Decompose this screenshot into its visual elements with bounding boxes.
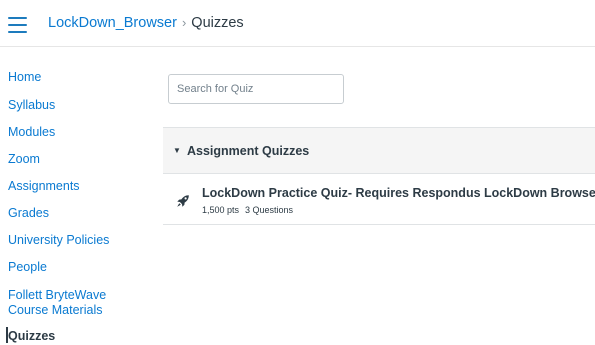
caret-down-icon: ▼ [173, 146, 181, 155]
search-quiz-input[interactable] [168, 74, 344, 104]
breadcrumb-current: Quizzes [191, 15, 244, 31]
quiz-title-link[interactable]: LockDown Practice Quiz- Requires Respond… [202, 186, 595, 200]
sidebar-item-label: Follett BryteWave [8, 288, 107, 302]
breadcrumb: LockDown_Browser › Quizzes [48, 15, 244, 31]
top-header: LockDown_Browser › Quizzes [0, 0, 595, 47]
sidebar-item-assignments[interactable]: Assignments [8, 179, 80, 194]
sidebar-item-quizzes[interactable]: Quizzes [8, 329, 55, 344]
hamburger-menu-icon[interactable] [8, 17, 27, 33]
sidebar-item-modules[interactable]: Modules [8, 125, 55, 140]
sidebar-item-home[interactable]: Home [8, 70, 41, 85]
rocket-quiz-icon [177, 195, 189, 207]
quiz-meta: 1,500 pts 3 Questions [202, 205, 293, 215]
sidebar-item-zoom[interactable]: Zoom [8, 152, 40, 167]
sidebar-item-syllabus[interactable]: Syllabus [8, 98, 55, 113]
breadcrumb-course-link[interactable]: LockDown_Browser [48, 15, 177, 31]
breadcrumb-separator: › [181, 15, 187, 30]
sidebar-item-people[interactable]: People [8, 260, 47, 275]
quiz-list-item: LockDown Practice Quiz- Requires Respond… [163, 174, 595, 225]
group-title: Assignment Quizzes [187, 144, 310, 158]
sidebar-item-follett-brytewave[interactable]: Follett BryteWave Course Materials [8, 288, 106, 318]
sidebar-item-label-line2: Course Materials [8, 303, 103, 317]
sidebar-item-grades[interactable]: Grades [8, 206, 49, 221]
quiz-points: 1,500 pts [202, 205, 240, 215]
sidebar-item-university-policies[interactable]: University Policies [8, 233, 109, 248]
assignment-quizzes-group-header[interactable]: ▼ Assignment Quizzes [163, 127, 595, 174]
quiz-question-count: 3 Questions [245, 205, 294, 215]
